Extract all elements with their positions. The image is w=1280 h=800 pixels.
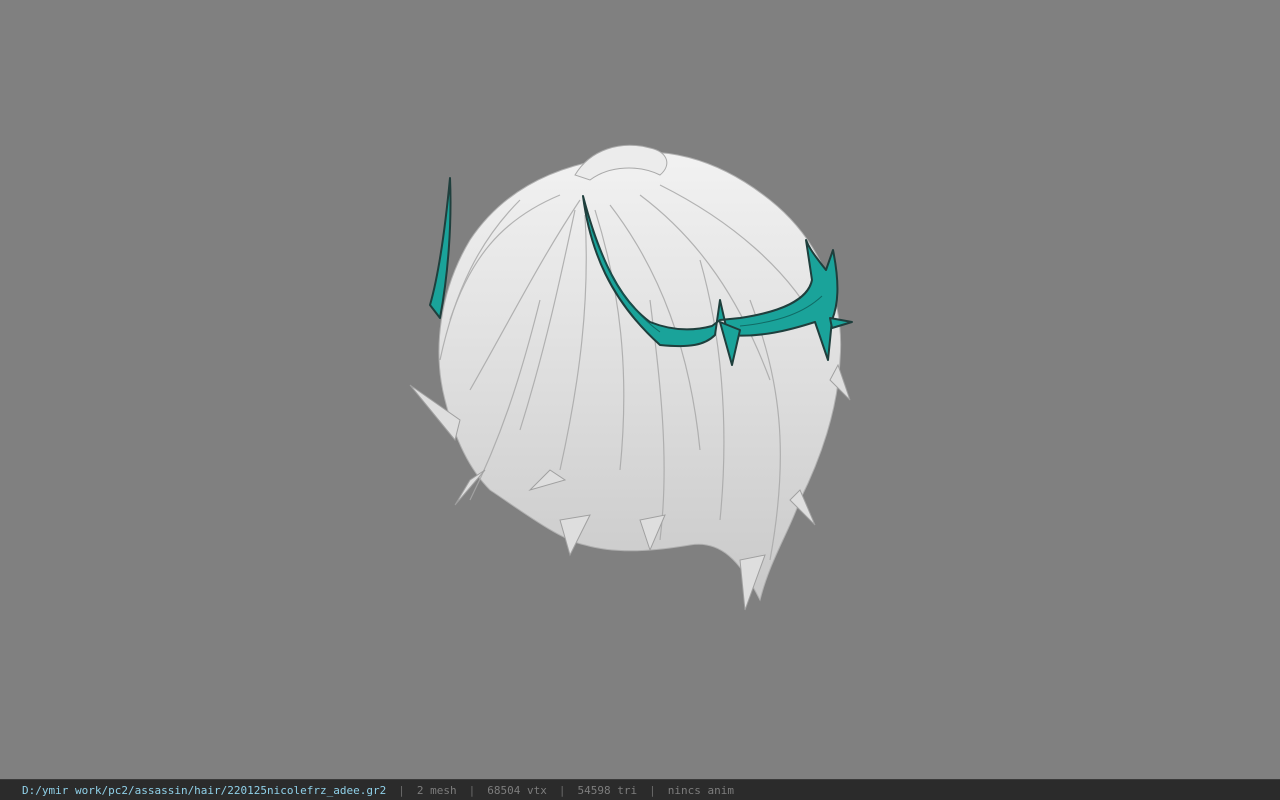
separator: | (398, 783, 405, 797)
vertex-count-text: 68504 vtx (487, 783, 547, 797)
separator: | (468, 783, 476, 797)
mesh-count-text: 2 mesh (416, 783, 457, 797)
status-bar: D:/ymir work/pc2/assassin/hair/220125nic… (0, 779, 1280, 800)
anim-status-text: nincs anim (667, 783, 734, 797)
file-path-text: D:/ymir work/pc2/assassin/hair/220125nic… (22, 783, 387, 797)
separator: | (558, 783, 566, 797)
hair-mesh (409, 144, 851, 611)
3d-viewport[interactable] (0, 0, 1280, 779)
triangle-count-text: 54598 tri (577, 783, 638, 797)
hair-model[interactable] (0, 0, 1280, 779)
separator: | (649, 783, 656, 797)
